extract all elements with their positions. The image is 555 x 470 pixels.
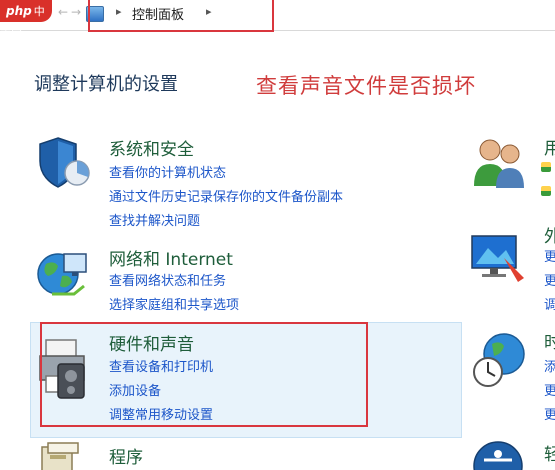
ease-of-access-icon bbox=[473, 441, 523, 470]
uac-shield-icon bbox=[541, 186, 551, 196]
appearance-display-icon bbox=[471, 235, 524, 282]
link-troubleshoot[interactable]: 查找并解决问题 bbox=[109, 210, 200, 229]
category-title-network-internet[interactable]: 网络和 Internet bbox=[109, 245, 233, 270]
right-title-ease-of-access[interactable]: 轻 bbox=[544, 440, 555, 465]
user-accounts-icon bbox=[474, 139, 524, 188]
network-globe-icon bbox=[37, 253, 87, 296]
category-title-system-security[interactable]: 系统和安全 bbox=[109, 135, 194, 160]
link-file-history-backup[interactable]: 通过文件历史记录保存你的文件备份副本 bbox=[109, 186, 343, 205]
shield-icon bbox=[39, 137, 90, 188]
right-link-3[interactable]: 调 bbox=[544, 294, 555, 313]
clock-globe-icon bbox=[473, 333, 525, 387]
annotation-box-address bbox=[88, 0, 274, 32]
address-bar: php 中文网 ← → ▸ 控制面板 ▸ bbox=[0, 0, 555, 41]
watermark-php-text: php bbox=[6, 4, 32, 18]
link-network-status-tasks[interactable]: 查看网络状态和任务 bbox=[109, 270, 226, 289]
programs-icon bbox=[41, 442, 79, 470]
page-title: 调整计算机的设置 bbox=[34, 74, 178, 95]
forward-arrow-icon[interactable]: → bbox=[71, 5, 81, 19]
right-link-4[interactable]: 添 bbox=[544, 356, 555, 375]
category-title-programs[interactable]: 程序 bbox=[109, 443, 143, 468]
right-link-5[interactable]: 更 bbox=[544, 380, 555, 399]
link-view-computer-status[interactable]: 查看你的计算机状态 bbox=[109, 162, 226, 181]
link-homegroup-sharing[interactable]: 选择家庭组和共享选项 bbox=[109, 294, 239, 313]
right-link-1[interactable]: 更 bbox=[544, 246, 555, 265]
right-title-clock-region[interactable]: 时 bbox=[544, 328, 555, 353]
back-arrow-icon[interactable]: ← bbox=[58, 5, 68, 19]
right-title-appearance[interactable]: 外 bbox=[544, 222, 555, 247]
uac-shield-icon bbox=[541, 162, 551, 172]
annotation-text: 查看声音文件是否损坏 bbox=[256, 74, 476, 98]
right-link-2[interactable]: 更 bbox=[544, 270, 555, 289]
right-link-6[interactable]: 更 bbox=[544, 404, 555, 423]
right-title-user-accounts[interactable]: 用 bbox=[544, 134, 555, 159]
php-watermark-logo: php 中文网 bbox=[0, 0, 52, 41]
annotation-box-hardware bbox=[40, 322, 368, 427]
